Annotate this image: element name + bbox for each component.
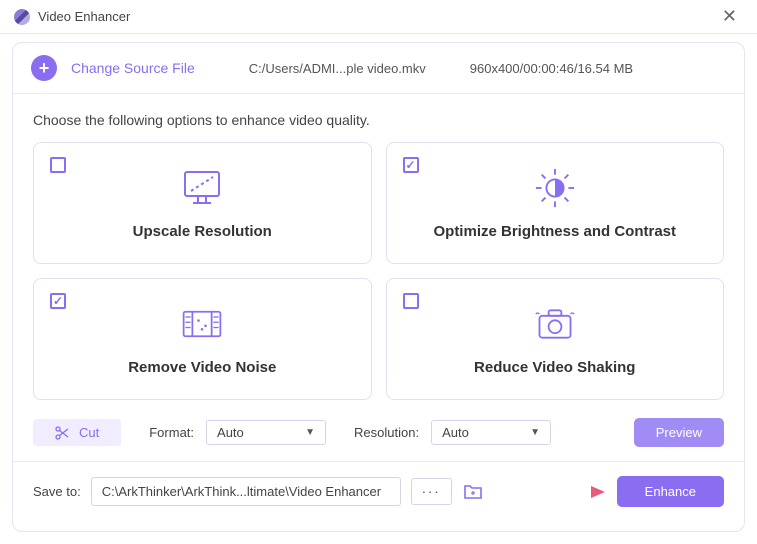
brightness-contrast-icon — [534, 167, 576, 209]
preview-button[interactable]: Preview — [634, 418, 724, 447]
option-label: Remove Video Noise — [128, 359, 276, 376]
video-enhancer-window: Video Enhancer ✕ + Change Source File C:… — [0, 0, 757, 544]
reduce-shaking-icon — [534, 303, 576, 345]
option-label: Optimize Brightness and Contrast — [433, 223, 676, 240]
source-file-path: C:/Users/ADMI...ple video.mkv — [249, 61, 426, 76]
option-label: Upscale Resolution — [133, 223, 272, 240]
main-panel: + Change Source File C:/Users/ADMI...ple… — [12, 42, 745, 532]
format-value: Auto — [217, 425, 244, 440]
option-reduce-shaking[interactable]: Reduce Video Shaking — [386, 278, 725, 400]
checkbox-noise[interactable] — [50, 293, 66, 309]
checkbox-shaking[interactable] — [403, 293, 419, 309]
enhance-button[interactable]: Enhance — [617, 476, 724, 507]
cut-button[interactable]: Cut — [33, 419, 121, 446]
option-label: Reduce Video Shaking — [474, 359, 635, 376]
chevron-down-icon: ▼ — [305, 427, 315, 438]
enhancement-options-grid: Upscale Resolution — [13, 142, 744, 400]
upscale-resolution-icon — [181, 167, 223, 209]
format-label: Format: — [149, 425, 194, 440]
checkbox-upscale[interactable] — [50, 157, 66, 173]
remove-noise-icon — [181, 303, 223, 345]
save-row: Save to: C:\ArkThinker\ArkThink...ltimat… — [13, 462, 744, 523]
controls-row: Cut Format: Auto ▼ Resolution: Auto ▼ Pr… — [13, 400, 744, 461]
resolution-value: Auto — [442, 425, 469, 440]
resolution-dropdown[interactable]: Auto ▼ — [431, 420, 551, 445]
source-row: + Change Source File C:/Users/ADMI...ple… — [13, 43, 744, 94]
arrow-annotation — [537, 482, 607, 502]
save-to-label: Save to: — [33, 484, 81, 499]
chevron-down-icon: ▼ — [530, 427, 540, 438]
format-dropdown[interactable]: Auto ▼ — [206, 420, 326, 445]
cut-label: Cut — [79, 425, 99, 440]
instruction-text: Choose the following options to enhance … — [13, 94, 744, 142]
source-file-info: 960x400/00:00:46/16.54 MB — [470, 61, 633, 76]
scissors-icon — [55, 426, 69, 440]
option-brightness-contrast[interactable]: Optimize Brightness and Contrast — [386, 142, 725, 264]
option-remove-noise[interactable]: Remove Video Noise — [33, 278, 372, 400]
add-source-button[interactable]: + — [31, 55, 57, 81]
app-icon — [14, 9, 30, 25]
app-title: Video Enhancer — [38, 9, 130, 24]
checkbox-brightness[interactable] — [403, 157, 419, 173]
titlebar: Video Enhancer ✕ — [0, 0, 757, 34]
open-folder-button[interactable] — [462, 482, 484, 502]
close-button[interactable]: ✕ — [716, 4, 743, 29]
save-path-input[interactable]: C:\ArkThinker\ArkThink...ltimate\Video E… — [91, 477, 401, 506]
browse-button[interactable]: ··· — [411, 478, 452, 505]
change-source-link[interactable]: Change Source File — [71, 60, 195, 76]
option-upscale-resolution[interactable]: Upscale Resolution — [33, 142, 372, 264]
resolution-label: Resolution: — [354, 425, 419, 440]
folder-icon — [463, 483, 483, 501]
